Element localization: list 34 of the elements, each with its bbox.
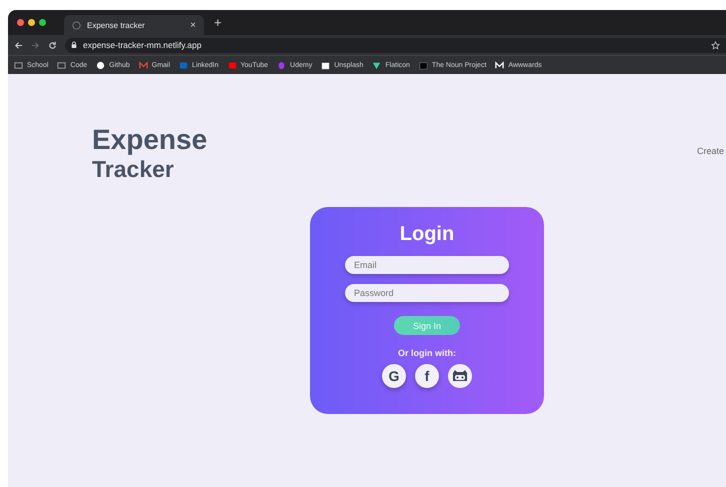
email-field[interactable]: Email	[345, 256, 509, 274]
url-text: expense-tracker-mm.netlify.app	[83, 40, 202, 50]
bookmark-icon	[277, 60, 286, 70]
browser-tab[interactable]: Expense tracker ×	[64, 15, 204, 35]
close-tab-button[interactable]: ×	[190, 20, 196, 30]
minimize-window-icon[interactable]	[28, 19, 35, 26]
social-login-button[interactable]: G	[382, 364, 406, 388]
logo-subtitle: Tracker	[92, 156, 175, 183]
folder-icon	[14, 60, 23, 70]
address-bar[interactable]: expense-tracker-mm.netlify.app	[65, 38, 726, 52]
back-arrow-icon[interactable]	[14, 40, 23, 50]
alt-login-label: Or login with:	[398, 348, 456, 358]
login-title: Login	[400, 223, 454, 246]
bookmark-icon	[495, 60, 504, 70]
maximize-window-icon[interactable]	[39, 19, 46, 26]
close-window-icon[interactable]	[17, 19, 24, 26]
password-field[interactable]: Password	[345, 284, 509, 302]
new-tab-button[interactable]: +	[214, 15, 222, 30]
bookmark-icon	[228, 60, 237, 70]
bookmark-icon	[372, 60, 382, 70]
tab-title: Expense tracker	[87, 20, 146, 30]
lock-icon	[71, 41, 77, 49]
bookmark-icon	[418, 60, 428, 70]
star-icon[interactable]	[711, 40, 720, 50]
cat-icon[interactable]	[448, 364, 472, 388]
create-account-link[interactable]: Create	[696, 146, 724, 183]
bookmark-icon	[179, 60, 188, 70]
logo-title: Expense	[92, 124, 208, 156]
bookmark-icon	[321, 60, 330, 70]
bookmark-icon	[138, 60, 148, 70]
folder-icon	[57, 60, 66, 70]
reload-icon[interactable]	[48, 40, 57, 50]
bookmark-icon	[96, 60, 106, 70]
social-login-button[interactable]: f	[415, 364, 439, 388]
